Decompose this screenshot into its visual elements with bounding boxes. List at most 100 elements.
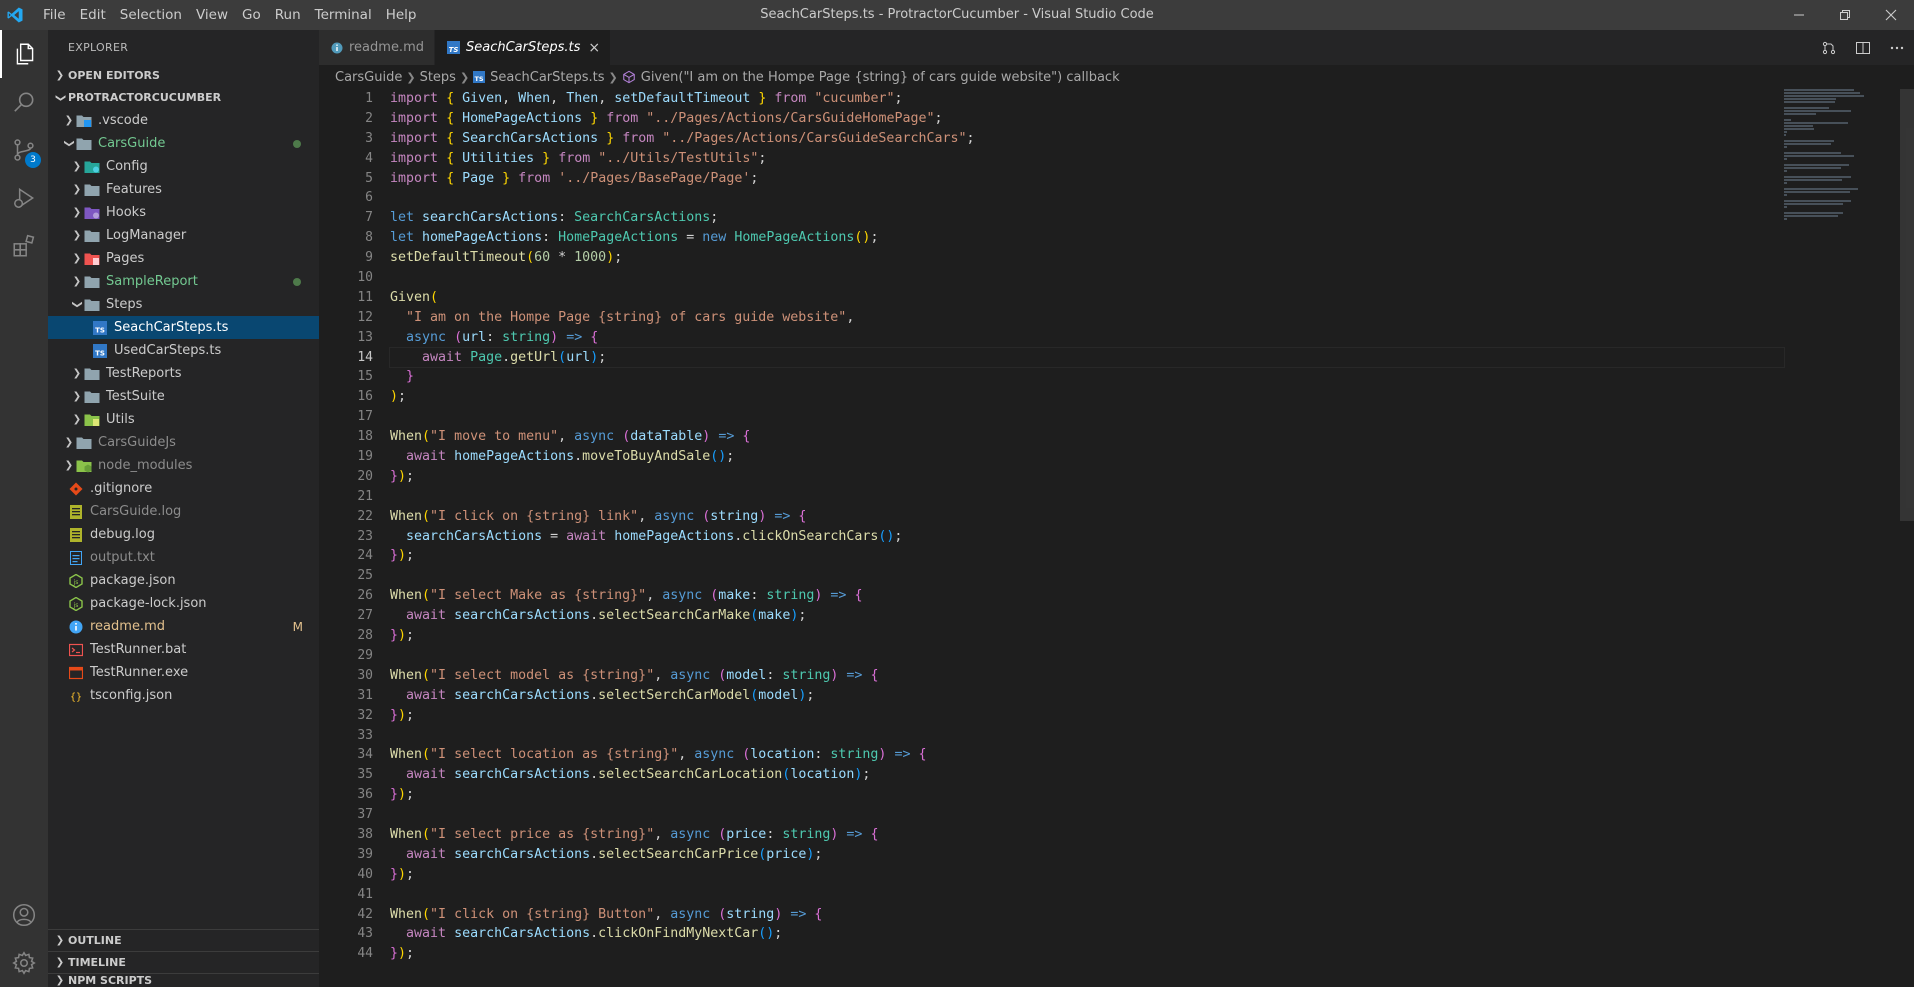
open-editors-section[interactable]: ❯ OPEN EDITORS bbox=[48, 65, 319, 87]
code-line[interactable]: When("I select price as {string}", async… bbox=[390, 825, 1784, 845]
tree-file[interactable]: js package.json bbox=[48, 569, 319, 592]
tab-seachcarsteps[interactable]: TS SeachCarSteps.ts × bbox=[435, 30, 612, 65]
tree-file[interactable]: {} tsconfig.json bbox=[48, 684, 319, 707]
breadcrumb-symbol[interactable]: Given("I am on the Hompe Page {string} o… bbox=[641, 70, 1120, 85]
tree-file[interactable]: debug.log bbox=[48, 523, 319, 546]
code-line[interactable]: import { SearchCarsActions } from "../Pa… bbox=[390, 129, 1784, 149]
menu-help[interactable]: Help bbox=[379, 0, 424, 30]
code-editor[interactable]: 1 2 3 4 5 6 7 8 9 10 11 12 13 14 15 16 17 18 19 20 21 22 23 24 2… bbox=[319, 89, 1914, 987]
minimize-icon[interactable] bbox=[1776, 0, 1822, 30]
code-line[interactable]: When("I move to menu", async (dataTable)… bbox=[390, 427, 1784, 447]
tree-folder[interactable]: ❯ LogManager bbox=[48, 224, 319, 247]
code-line[interactable]: When("I select location as {string}", as… bbox=[390, 745, 1784, 765]
menu-file[interactable]: File bbox=[36, 0, 73, 30]
code-line[interactable]: import { HomePageActions } from "../Page… bbox=[390, 109, 1784, 129]
code-line[interactable]: When("I select model as {string}", async… bbox=[390, 666, 1784, 686]
code-line[interactable]: }); bbox=[390, 944, 1784, 964]
tree-folder[interactable]: ❯ CarsGuide bbox=[48, 132, 319, 155]
code-line[interactable]: async (url: string) => { bbox=[390, 328, 1784, 348]
breadcrumb-item[interactable]: SeachCarSteps.ts bbox=[490, 70, 604, 85]
npm-scripts-section[interactable]: ❯ NPM SCRIPTS bbox=[48, 973, 319, 987]
code-line[interactable]: }); bbox=[390, 467, 1784, 487]
code-line[interactable] bbox=[390, 885, 1784, 905]
code-line[interactable] bbox=[390, 805, 1784, 825]
tree-file[interactable]: js package-lock.json bbox=[48, 592, 319, 615]
code-line[interactable]: When("I select Make as {string}", async … bbox=[390, 586, 1784, 606]
code-line[interactable]: await searchCarsActions.selectSerchCarMo… bbox=[390, 686, 1784, 706]
tree-folder[interactable]: ❯ Steps bbox=[48, 293, 319, 316]
code-line[interactable] bbox=[390, 487, 1784, 507]
breadcrumb-item[interactable]: Steps bbox=[420, 70, 456, 85]
tree-folder[interactable]: ❯ Config bbox=[48, 155, 319, 178]
source-control-icon[interactable]: 3 bbox=[0, 126, 48, 174]
code-line[interactable] bbox=[390, 726, 1784, 746]
outline-section[interactable]: ❯ OUTLINE bbox=[48, 929, 319, 951]
code-line[interactable]: let searchCarsActions: SearchCarsActions… bbox=[390, 208, 1784, 228]
code-line[interactable]: }); bbox=[390, 626, 1784, 646]
menu-selection[interactable]: Selection bbox=[113, 0, 189, 30]
tree-file[interactable]: .gitignore bbox=[48, 477, 319, 500]
explorer-icon[interactable] bbox=[0, 30, 48, 78]
tree-folder[interactable]: ❯ Pages bbox=[48, 247, 319, 270]
tree-folder[interactable]: ❯ SampleReport bbox=[48, 270, 319, 293]
project-section[interactable]: ❯ PROTRACTORCUCUMBER bbox=[48, 87, 319, 109]
code-line[interactable]: await searchCarsActions.clickOnFindMyNex… bbox=[390, 924, 1784, 944]
code-line[interactable]: import { Given, When, Then, setDefaultTi… bbox=[390, 89, 1784, 109]
code-line[interactable]: let homePageActions: HomePageActions = n… bbox=[390, 228, 1784, 248]
breadcrumb-item[interactable]: CarsGuide bbox=[335, 70, 402, 85]
code-line[interactable]: await Page.getUrl(url); bbox=[389, 346, 1785, 369]
close-window-icon[interactable] bbox=[1868, 0, 1914, 30]
code-line[interactable]: }); bbox=[390, 546, 1784, 566]
tree-file[interactable]: readme.md M bbox=[48, 615, 319, 638]
account-icon[interactable] bbox=[0, 891, 48, 939]
tree-file[interactable]: TestRunner.bat bbox=[48, 638, 319, 661]
code-line[interactable]: When("I click on {string} link", async (… bbox=[390, 507, 1784, 527]
code-line[interactable]: ); bbox=[390, 387, 1784, 407]
code-line[interactable]: import { Utilities } from "../Utils/Test… bbox=[390, 149, 1784, 169]
code-line[interactable]: await searchCarsActions.selectSearchCarL… bbox=[390, 765, 1784, 785]
tree-folder[interactable]: ❯ Hooks bbox=[48, 201, 319, 224]
code-line[interactable]: await homePageActions.moveToBuyAndSale()… bbox=[390, 447, 1784, 467]
vertical-scrollbar[interactable] bbox=[1900, 89, 1914, 521]
search-icon[interactable] bbox=[0, 78, 48, 126]
code-line[interactable]: }); bbox=[390, 706, 1784, 726]
menu-go[interactable]: Go bbox=[235, 0, 268, 30]
more-actions-icon[interactable] bbox=[1880, 40, 1914, 56]
code-line[interactable]: setDefaultTimeout(60 * 1000); bbox=[390, 248, 1784, 268]
code-line[interactable]: "I am on the Hompe Page {string} of cars… bbox=[390, 308, 1784, 328]
code-line[interactable]: }); bbox=[390, 865, 1784, 885]
menu-view[interactable]: View bbox=[189, 0, 235, 30]
menu-edit[interactable]: Edit bbox=[73, 0, 113, 30]
tree-file[interactable]: output.txt bbox=[48, 546, 319, 569]
settings-gear-icon[interactable] bbox=[0, 939, 48, 987]
timeline-section[interactable]: ❯ TIMELINE bbox=[48, 951, 319, 973]
code-line[interactable]: } bbox=[390, 367, 1784, 387]
tab-readme[interactable]: readme.md bbox=[319, 30, 435, 65]
code-line[interactable] bbox=[390, 188, 1784, 208]
code-line[interactable]: await searchCarsActions.selectSearchCarM… bbox=[390, 606, 1784, 626]
code-line[interactable]: When("I click on {string} Button", async… bbox=[390, 905, 1784, 925]
tree-file[interactable]: TS SeachCarSteps.ts bbox=[48, 316, 319, 339]
menu-run[interactable]: Run bbox=[268, 0, 308, 30]
code-line[interactable] bbox=[390, 407, 1784, 427]
menu-terminal[interactable]: Terminal bbox=[308, 0, 379, 30]
code-line[interactable] bbox=[390, 566, 1784, 586]
tree-file[interactable]: TS UsedCarSteps.ts bbox=[48, 339, 319, 362]
tree-file[interactable]: CarsGuide.log bbox=[48, 500, 319, 523]
tree-folder[interactable]: ❯ Features bbox=[48, 178, 319, 201]
tree-folder[interactable]: ❯ node_modules bbox=[48, 454, 319, 477]
code-line[interactable]: await searchCarsActions.selectSearchCarP… bbox=[390, 845, 1784, 865]
code-area[interactable]: import { Given, When, Then, setDefaultTi… bbox=[389, 89, 1785, 964]
minimap[interactable] bbox=[1784, 89, 1896, 220]
split-editor-icon[interactable] bbox=[1846, 40, 1880, 56]
tree-file[interactable]: TestRunner.exe bbox=[48, 661, 319, 684]
tree-folder[interactable]: ❯ .vscode bbox=[48, 109, 319, 132]
tree-folder[interactable]: ❯ CarsGuideJs bbox=[48, 431, 319, 454]
code-line[interactable] bbox=[390, 268, 1784, 288]
extensions-icon[interactable] bbox=[0, 222, 48, 270]
code-line[interactable]: Given( bbox=[390, 288, 1784, 308]
restore-icon[interactable] bbox=[1822, 0, 1868, 30]
close-tab-icon[interactable]: × bbox=[588, 40, 600, 56]
code-line[interactable]: import { Page } from '../Pages/BasePage/… bbox=[390, 169, 1784, 189]
tree-folder[interactable]: ❯ Utils bbox=[48, 408, 319, 431]
